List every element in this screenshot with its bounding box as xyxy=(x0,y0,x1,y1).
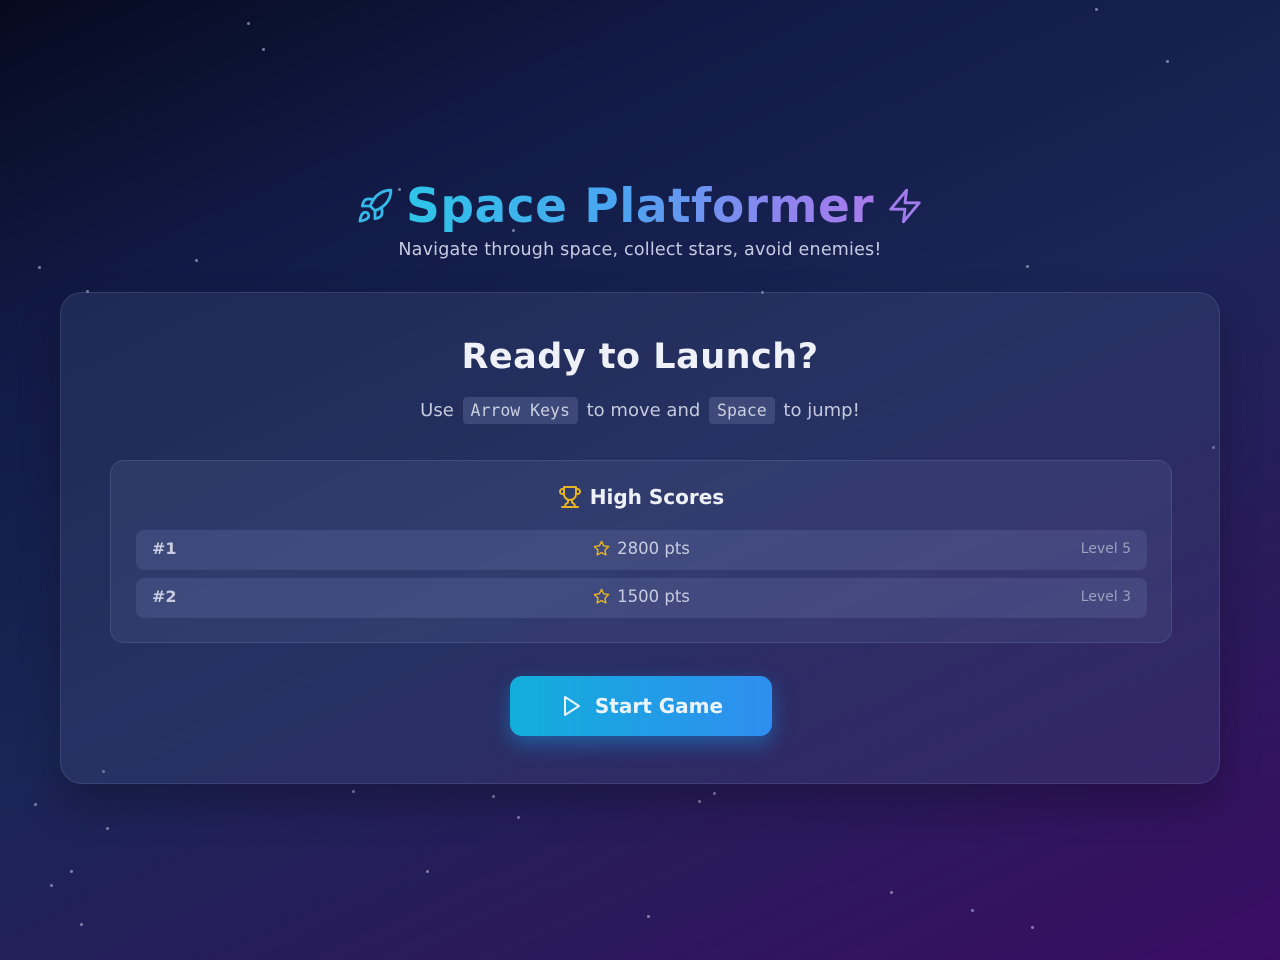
game-subtitle: Navigate through space, collect stars, a… xyxy=(398,240,882,260)
instructions-prefix: Use xyxy=(420,400,454,421)
play-icon xyxy=(559,694,583,718)
controls-instructions: Use Arrow Keys to move and Space to jump… xyxy=(61,397,1219,424)
star-icon xyxy=(593,588,610,605)
high-scores-heading: High Scores xyxy=(111,485,1171,509)
start-game-button[interactable]: Start Game xyxy=(510,676,772,736)
title-row: Space Platformer xyxy=(0,176,1280,236)
trophy-icon xyxy=(558,485,582,509)
score-level: Level 3 xyxy=(1080,589,1131,605)
instructions-middle: to move and xyxy=(586,400,701,421)
rocket-icon xyxy=(356,187,394,225)
score-points: 1500 pts xyxy=(136,587,1147,606)
arrow-keys-key: Arrow Keys xyxy=(462,397,578,424)
score-points: 2800 pts xyxy=(136,539,1147,558)
lightning-icon xyxy=(886,187,924,225)
high-scores-panel: High Scores #1 2800 pts Level 5 #2 1500 … xyxy=(110,460,1172,643)
score-row: #2 1500 pts Level 3 xyxy=(136,578,1147,618)
score-level: Level 5 xyxy=(1080,541,1131,557)
high-scores-title: High Scores xyxy=(589,485,725,509)
space-key: Space xyxy=(709,397,775,424)
star-icon xyxy=(593,540,610,557)
instructions-suffix: to jump! xyxy=(783,400,860,421)
score-points-value: 2800 pts xyxy=(617,539,690,558)
launch-card: Ready to Launch? Use Arrow Keys to move … xyxy=(60,292,1220,784)
game-header: Space Platformer Navigate through space,… xyxy=(0,176,1280,260)
game-title: Space Platformer xyxy=(406,178,874,234)
score-row: #1 2800 pts Level 5 xyxy=(136,530,1147,570)
card-title: Ready to Launch? xyxy=(461,337,819,377)
start-game-label: Start Game xyxy=(594,694,724,718)
score-points-value: 1500 pts xyxy=(617,587,690,606)
